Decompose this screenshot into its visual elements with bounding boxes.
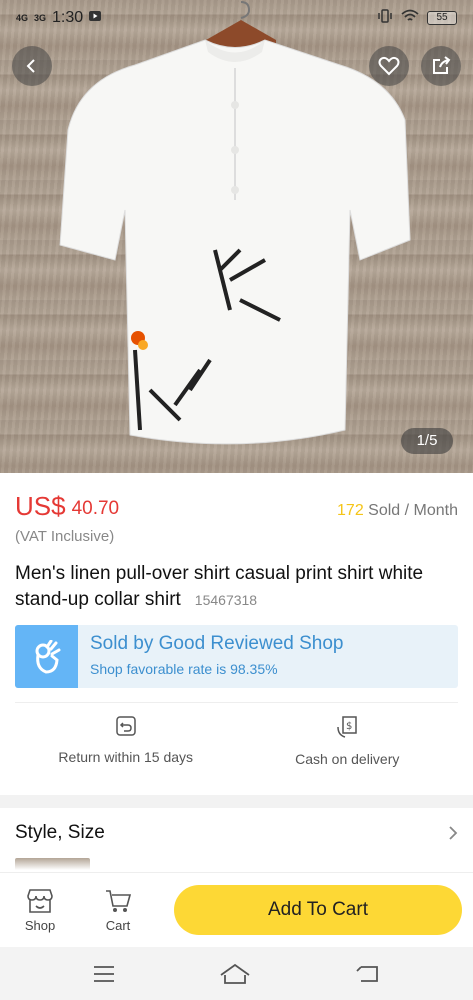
chevron-right-icon [449,826,458,840]
shop-label: Shop [24,917,56,933]
share-icon [433,56,451,74]
sold-suffix: Sold / Month [368,502,458,519]
return-icon [116,716,136,736]
divider [15,702,458,703]
bottom-action-bar: Shop Cart Add To Cart [0,872,473,947]
share-button[interactable] [421,46,461,86]
service-cod[interactable]: $ Cash on delivery [237,715,459,767]
product-info-card: US$ 40.70 172 Sold / Month (VAT Inclusiv… [0,473,473,795]
cart-icon [106,889,132,912]
svg-text:$: $ [346,721,352,732]
service-return[interactable]: Return within 15 days [15,715,237,767]
network-indicator: 4G [16,12,29,23]
back-nav-icon[interactable] [355,964,381,984]
status-bar: 4G 3G 1:30 55 [0,0,473,36]
cart-button[interactable]: Cart [90,888,146,933]
price-row: US$ 40.70 172 Sold / Month [15,491,458,522]
home-icon[interactable] [219,963,251,985]
menu-icon[interactable] [92,965,116,983]
sold-number: 172 [337,502,364,519]
system-navigation-bar [0,947,473,1000]
service-row: Return within 15 days $ Cash on delivery [15,715,458,767]
store-icon [27,888,53,913]
product-sku: 15467318 [194,592,258,608]
favorite-button[interactable] [369,46,409,86]
battery-indicator: 55 [427,11,457,25]
heart-icon [378,56,400,76]
product-title: Men's linen pull-over shirt casual print… [15,561,458,613]
wifi-icon [401,9,419,28]
vat-note: (VAT Inclusive) [15,528,115,545]
price-currency: US$ [15,491,66,521]
shop-banner[interactable]: Sold by Good Reviewed Shop Shop favorabl… [15,625,458,688]
service-cod-label: Cash on delivery [295,751,400,767]
service-return-label: Return within 15 days [58,749,194,765]
price-amount: 40.70 [71,498,120,519]
image-counter: 1/5 [401,428,453,454]
add-to-cart-button[interactable]: Add To Cart [174,885,462,935]
style-size-section[interactable]: Style, Size [0,808,473,878]
shirt-image [59,39,411,445]
media-icon [89,9,102,27]
clock: 1:30 [52,9,84,26]
product-image-gallery[interactable]: 4G 3G 1:30 55 1/5 [0,0,473,473]
vibrate-icon [377,8,393,28]
shop-rate: Shop favorable rate is 98.35% [90,661,278,677]
sales-count: 172 Sold / Month [337,502,458,520]
cart-label: Cart [105,917,131,933]
shop-headline: Sold by Good Reviewed Shop [90,633,344,654]
chevron-left-icon [26,59,35,73]
cash-icon: $ [337,716,357,738]
back-button[interactable] [12,46,52,86]
style-size-label: Style, Size [15,822,105,843]
ok-hand-icon [15,625,78,688]
shop-button[interactable]: Shop [12,888,68,933]
network-indicator-2: 3G [34,12,47,23]
